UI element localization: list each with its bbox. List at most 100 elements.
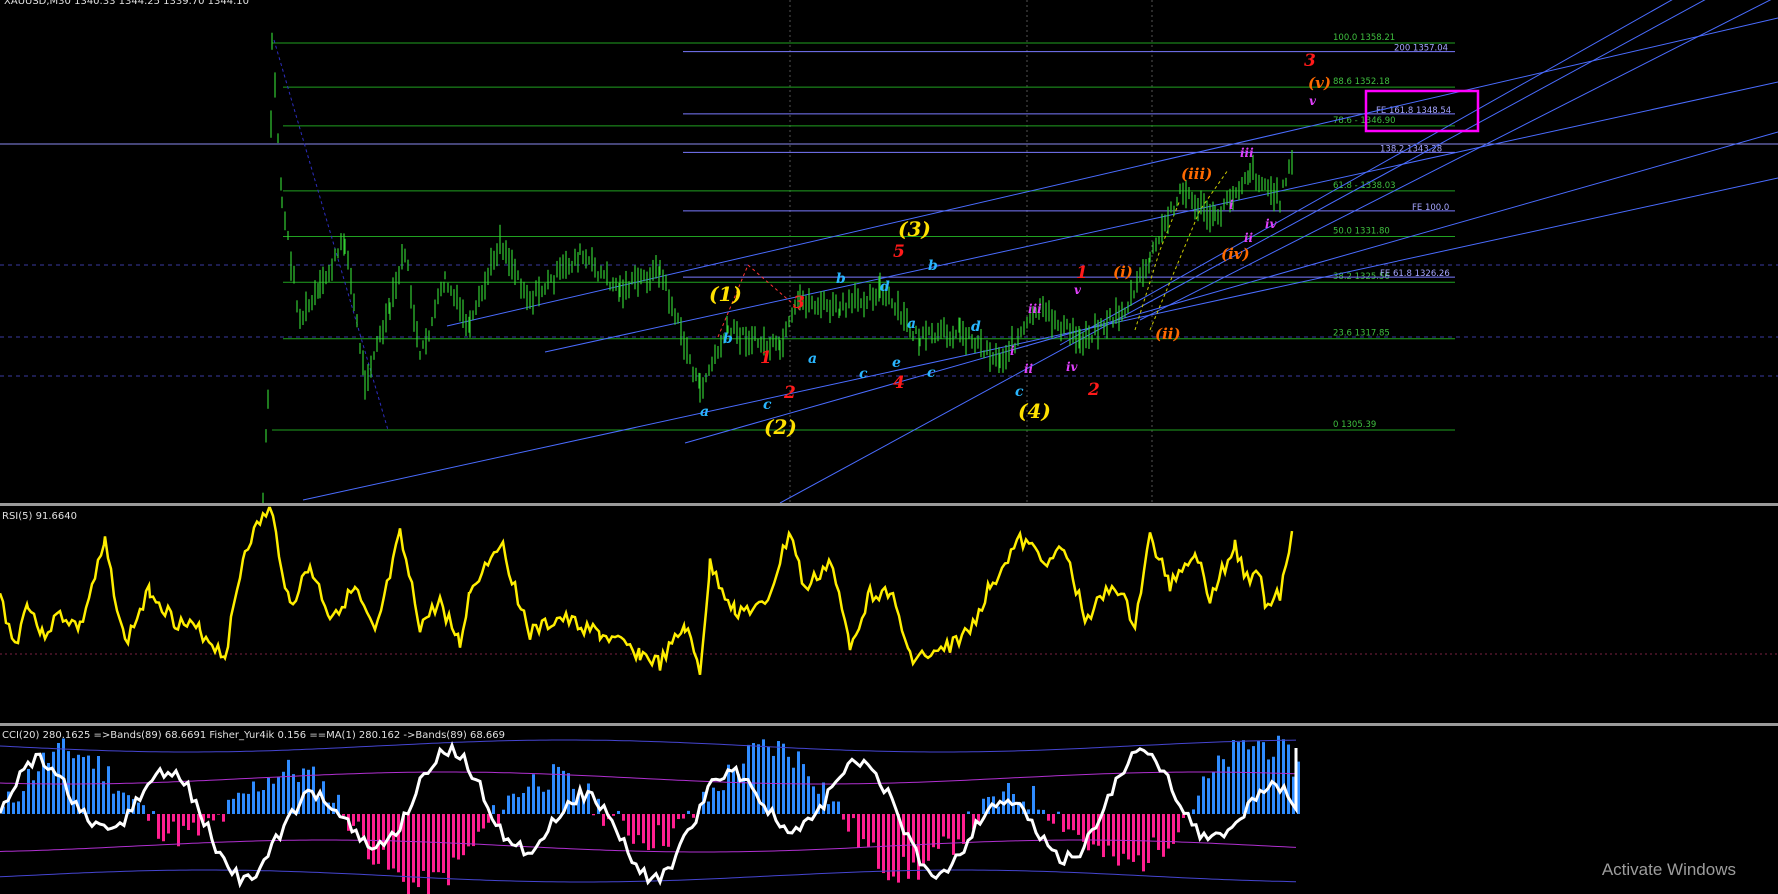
cci-positive-bar xyxy=(752,743,755,814)
wave-label: c xyxy=(927,365,936,381)
rsi-line xyxy=(0,506,1294,676)
price-chart-pane[interactable]: 100.0 1358.21 88.6 1352.18 78.6 - 1346.90 6… xyxy=(0,0,1778,503)
cci-negative-bar xyxy=(467,814,470,847)
cci-positive-bar xyxy=(1037,809,1040,814)
cci-negative-bar xyxy=(1072,814,1075,831)
cci-negative-bar xyxy=(1052,814,1055,824)
cci-negative-bar xyxy=(957,814,960,840)
cci-positive-bar xyxy=(272,783,275,814)
cci-positive-bar xyxy=(717,791,720,814)
wave-label: b xyxy=(723,331,733,347)
fib-extension-label: 200 1357.04 xyxy=(1394,44,1448,54)
cci-band-line xyxy=(0,771,1297,785)
cci-negative-bar xyxy=(1082,814,1085,842)
cci-negative-bar xyxy=(902,814,905,857)
cci-negative-bar xyxy=(632,814,635,844)
cci-negative-bar xyxy=(457,814,460,860)
cci-positive-bar xyxy=(232,798,235,814)
wave-label: (v) xyxy=(1308,74,1331,92)
cci-negative-bar xyxy=(1107,814,1110,846)
cci-positive-bar xyxy=(527,786,530,814)
cci-negative-bar xyxy=(472,814,475,847)
wave-label: i xyxy=(1010,344,1015,358)
cci-negative-bar xyxy=(417,814,420,888)
cci-positive-bar xyxy=(262,790,265,814)
fib-extension-label: FE 100.0 xyxy=(1412,203,1449,213)
cci-positive-bar xyxy=(492,805,495,814)
cci-negative-bar xyxy=(677,814,680,820)
cci-positive-bar xyxy=(982,798,985,814)
cci-negative-bar xyxy=(1127,814,1130,860)
cci-negative-bar xyxy=(612,814,615,816)
fib-retracement-label: 50.0 1331.80 xyxy=(1333,227,1390,237)
cci-positive-bar xyxy=(712,787,715,814)
cci-negative-bar xyxy=(427,814,430,894)
wave-label: 3 xyxy=(793,293,805,313)
cci-positive-bar xyxy=(1207,778,1210,814)
wave-label: iii xyxy=(1240,146,1254,160)
cci-positive-bar xyxy=(537,786,540,814)
cci-negative-bar xyxy=(217,814,220,815)
cci-negative-bar xyxy=(362,814,365,837)
cci-positive-bar xyxy=(837,801,840,814)
cci-positive-bar xyxy=(82,757,85,814)
cci-negative-bar xyxy=(1132,814,1135,862)
cci-positive-bar xyxy=(777,741,780,814)
wave-label: d xyxy=(880,279,890,295)
fib-retracement-label: 0 1305.39 xyxy=(1333,420,1376,430)
cci-positive-bar xyxy=(572,788,575,814)
wave-label: a xyxy=(700,404,709,420)
rsi-title: RSI(5) 91.6640 xyxy=(2,511,77,522)
wave-label: (3) xyxy=(898,217,931,241)
cci-negative-bar xyxy=(377,814,380,864)
cci-negative-bar xyxy=(162,814,165,842)
wave-label: a xyxy=(907,316,916,332)
cci-negative-bar xyxy=(1112,814,1115,857)
cci-positive-bar xyxy=(22,791,25,814)
cci-positive-bar xyxy=(1252,746,1255,814)
cci-negative-bar xyxy=(207,814,210,819)
cci-negative-bar xyxy=(857,814,860,848)
wave-label: 2 xyxy=(1087,380,1100,400)
wave-label: c xyxy=(859,366,868,382)
cci-negative-bar xyxy=(157,814,160,839)
cci-negative-bar xyxy=(927,814,930,861)
cci-positive-bar xyxy=(567,773,570,814)
cci-negative-bar xyxy=(1047,814,1050,821)
cci-positive-bar xyxy=(1027,809,1030,814)
cci-negative-bar xyxy=(182,814,185,826)
cci-negative-bar xyxy=(147,814,150,821)
cci-negative-bar xyxy=(637,814,640,836)
wave-label: b xyxy=(928,258,938,274)
wave-label: 2 xyxy=(783,383,796,403)
cci-positive-bar xyxy=(517,797,520,814)
wave-label: iv xyxy=(1265,217,1278,231)
cci-negative-bar xyxy=(922,814,925,864)
cci-positive-bar xyxy=(242,793,245,814)
wave-label: 1 xyxy=(760,348,772,368)
cci-negative-bar xyxy=(662,814,665,846)
cci-positive-bar xyxy=(12,802,15,814)
rsi-pane[interactable]: RSI(5) 91.6640 xyxy=(0,506,1778,723)
cci-positive-bar xyxy=(1057,811,1060,814)
cci-positive-bar xyxy=(67,751,70,814)
cci-negative-bar xyxy=(482,814,485,829)
wave-label: b xyxy=(836,271,846,287)
fib-retracement-label: 78.6 - 1346.90 xyxy=(1333,116,1396,126)
wave-label: 1 xyxy=(1076,263,1088,283)
cci-negative-bar xyxy=(437,814,440,873)
cci-positive-bar xyxy=(617,810,620,814)
cci-negative-bar xyxy=(882,814,885,874)
cci-positive-bar xyxy=(72,758,75,814)
cci-positive-bar xyxy=(532,774,535,814)
fib-retracement-label: 88.6 1352.18 xyxy=(1333,77,1390,87)
cci-positive-bar xyxy=(1192,809,1195,814)
cci-positive-bar xyxy=(142,805,145,814)
cci-positive-bar xyxy=(512,793,515,814)
cci-pane[interactable]: CCI(20) 280.1625 =>Bands(89) 68.6691 Fis… xyxy=(0,726,1778,894)
cci-negative-bar xyxy=(917,814,920,880)
cci-positive-bar xyxy=(1237,742,1240,814)
cci-negative-bar xyxy=(172,814,175,822)
cci-negative-bar xyxy=(672,814,675,829)
cci-positive-bar xyxy=(767,746,770,814)
